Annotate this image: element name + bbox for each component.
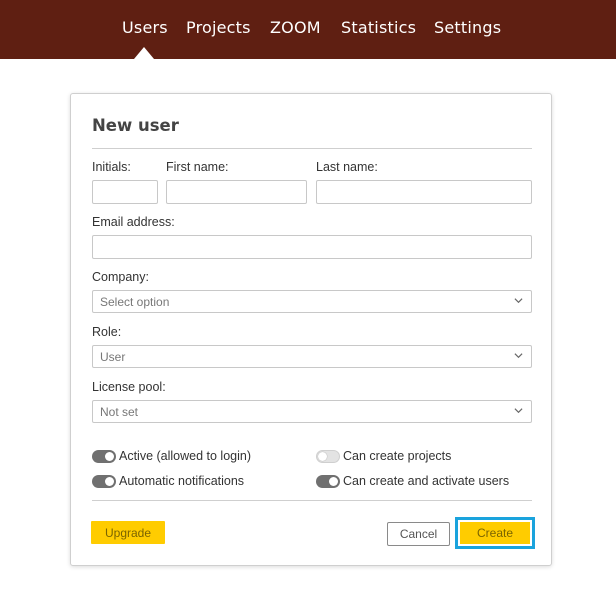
upgrade-button[interactable]: Upgrade (91, 521, 165, 544)
chevron-down-icon (514, 408, 523, 414)
company-label: Company: (92, 270, 149, 284)
toggle-switch[interactable] (92, 450, 116, 463)
role-select[interactable]: User (92, 345, 532, 368)
role-label: Role: (92, 325, 122, 339)
automatic-notifications-toggle[interactable]: Automatic notifications (92, 474, 292, 489)
can-create-activate-users-toggle[interactable]: Can create and activate users (316, 474, 526, 489)
toggle-knob (105, 452, 114, 461)
title-divider (92, 148, 532, 149)
toggle-knob (318, 452, 327, 461)
company-select[interactable]: Select option (92, 290, 532, 313)
can-create-projects-toggle[interactable]: Can create projects (316, 449, 516, 464)
license-pool-select-value: Not set (100, 405, 139, 419)
nav-tab-projects[interactable]: Projects (186, 18, 251, 37)
last-name-label: Last name: (316, 160, 378, 174)
license-pool-label: License pool: (92, 380, 166, 394)
nav-tab-users[interactable]: Users (122, 18, 168, 37)
chevron-down-icon (514, 298, 523, 304)
toggle-switch[interactable] (316, 475, 340, 488)
email-input[interactable] (92, 235, 532, 259)
active-toggle-label: Active (allowed to login) (119, 449, 252, 463)
dialog-title: New user (92, 116, 179, 135)
can-create-projects-label: Can create projects (343, 449, 452, 463)
create-button[interactable]: Create (460, 522, 530, 544)
can-create-activate-users-label: Can create and activate users (343, 474, 510, 488)
toggle-knob (329, 477, 338, 486)
first-name-input[interactable] (166, 180, 307, 204)
company-select-value: Select option (100, 295, 170, 309)
first-name-label: First name: (166, 160, 229, 174)
footer-divider (92, 500, 532, 501)
new-user-dialog: New user Initials: First name: Last name… (70, 93, 552, 566)
active-toggle[interactable]: Active (allowed to login) (92, 449, 292, 464)
toggle-switch[interactable] (92, 475, 116, 488)
top-navigation-bar: Users Projects ZOOM Statistics Settings (0, 0, 616, 59)
toggle-knob (105, 477, 114, 486)
last-name-input[interactable] (316, 180, 532, 204)
license-pool-select[interactable]: Not set (92, 400, 532, 423)
active-tab-indicator (134, 47, 154, 59)
nav-tab-statistics[interactable]: Statistics (341, 18, 416, 37)
create-button-focus-ring: Create (455, 517, 535, 549)
cancel-button[interactable]: Cancel (387, 522, 450, 546)
initials-label: Initials: (92, 160, 131, 174)
nav-tab-zoom[interactable]: ZOOM (270, 18, 321, 37)
automatic-notifications-label: Automatic notifications (119, 474, 245, 488)
chevron-down-icon (514, 353, 523, 359)
initials-input[interactable] (92, 180, 158, 204)
role-select-value: User (100, 350, 126, 364)
nav-tab-settings[interactable]: Settings (434, 18, 501, 37)
toggle-switch[interactable] (316, 450, 340, 463)
email-label: Email address: (92, 215, 175, 229)
